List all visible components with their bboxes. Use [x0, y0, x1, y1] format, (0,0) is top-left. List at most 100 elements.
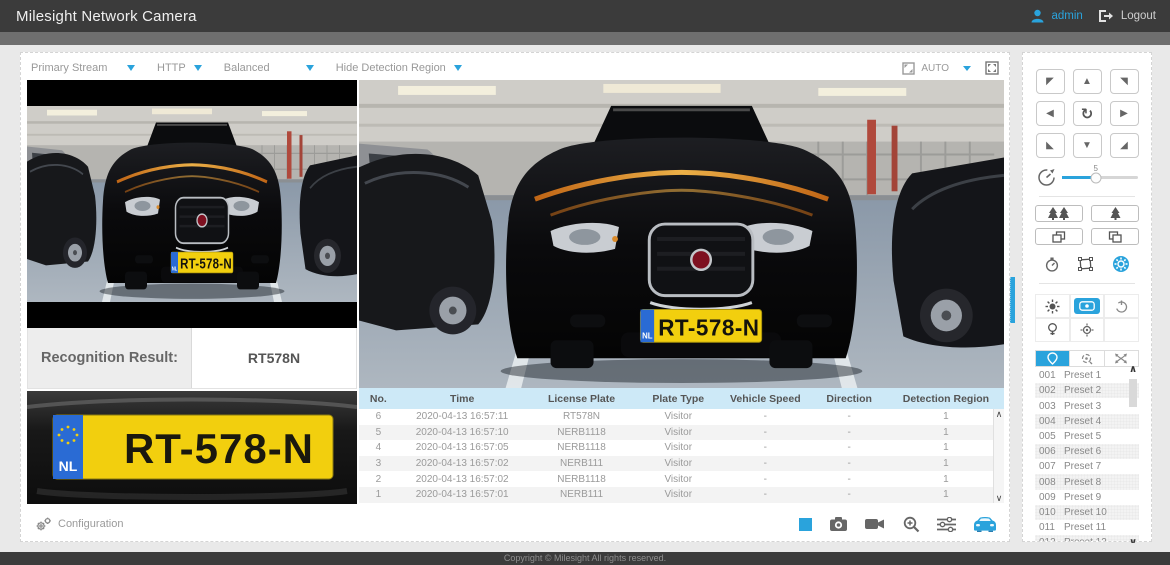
- lpr-log-table: No. Time License Plate Plate Type Vehicl…: [359, 388, 1004, 503]
- balance-select[interactable]: Balanced: [224, 62, 314, 74]
- table-row[interactable]: 2 2020-04-13 16:57:02 NERB1118 Visitor -…: [359, 471, 1004, 487]
- zoom-in-tele-button[interactable]: [1091, 205, 1139, 222]
- footer: Copyright © Milesight All rights reserve…: [0, 552, 1170, 565]
- scrollbar-thumb[interactable]: [1129, 379, 1137, 407]
- pan-left-button[interactable]: ◀: [1035, 101, 1065, 126]
- main-video-stream[interactable]: [359, 80, 1004, 388]
- ir-light-button[interactable]: [1073, 298, 1100, 314]
- recognition-result-label: Recognition Result:: [28, 328, 192, 388]
- preset-item[interactable]: 003 Preset 3: [1035, 398, 1139, 413]
- preset-item[interactable]: 010 Preset 10: [1035, 504, 1139, 520]
- stop-stream-button[interactable]: [799, 517, 812, 531]
- ptz-speed-icon: [1037, 168, 1056, 187]
- chevron-down-icon: [193, 65, 202, 71]
- plate-snapshot-image: NL RT-578-N: [27, 391, 357, 504]
- chevron-down-icon: [305, 65, 314, 71]
- snapshot-icon[interactable]: [829, 516, 848, 532]
- auto-scan-button[interactable]: ↻: [1072, 101, 1102, 126]
- ratio-select[interactable]: AUTO: [921, 63, 949, 74]
- preset-item[interactable]: 009 Preset 9: [1035, 490, 1139, 505]
- scroll-down-icon[interactable]: ∨: [996, 494, 1003, 503]
- pan-right-button[interactable]: ▶: [1109, 101, 1139, 126]
- auto-focus-button[interactable]: [1069, 318, 1105, 342]
- app-header: Milesight Network Camera admin Logout: [0, 0, 1170, 32]
- slider-thumb[interactable]: [1090, 172, 1102, 183]
- lpr-car-icon[interactable]: [973, 516, 997, 532]
- table-row[interactable]: 6 2020-04-13 16:57:11 RT578N Visitor - -…: [359, 409, 1004, 425]
- fullscreen-icon[interactable]: [985, 61, 999, 75]
- divider: [1039, 196, 1135, 197]
- preset-item[interactable]: 008 Preset 8: [1035, 474, 1139, 490]
- preset-item[interactable]: 004 Preset 4: [1035, 413, 1139, 429]
- chevron-down-icon: [127, 65, 135, 71]
- preset-scrollbar[interactable]: ∧ ∨: [1128, 365, 1138, 548]
- pan-up-left-button[interactable]: ◤: [1035, 69, 1065, 94]
- chevron-down-icon[interactable]: [963, 65, 971, 71]
- tab-patrol[interactable]: [1069, 351, 1104, 367]
- plate-number-text: RT-578-N: [124, 425, 314, 472]
- ptz-speed-slider[interactable]: 5: [1061, 164, 1138, 183]
- sidebar-collapse-handle[interactable]: [1010, 277, 1015, 323]
- timer-icon[interactable]: [1045, 257, 1059, 272]
- header-substrip: [0, 32, 1170, 45]
- scroll-up-icon[interactable]: ∧: [996, 410, 1003, 419]
- power-button[interactable]: [1104, 294, 1139, 318]
- zoom-in-icon[interactable]: [903, 516, 920, 533]
- logout-button[interactable]: Logout: [1121, 10, 1156, 22]
- user-icon: [1031, 9, 1044, 23]
- preview-video-frame: [27, 106, 357, 302]
- recognition-result-value: RT578N: [247, 350, 301, 366]
- record-icon[interactable]: [865, 517, 886, 531]
- focus-far-button[interactable]: [1035, 228, 1083, 245]
- logout-icon[interactable]: [1098, 9, 1114, 23]
- aspect-ratio-icon[interactable]: [902, 61, 916, 75]
- table-row[interactable]: 4 2020-04-13 16:57:05 NERB1118 Visitor -…: [359, 440, 1004, 456]
- tab-preset[interactable]: [1036, 351, 1070, 367]
- ir-light-button-cell: [1069, 294, 1105, 318]
- table-row[interactable]: 3 2020-04-13 16:57:02 NERB111 Visitor - …: [359, 455, 1004, 472]
- configuration-link[interactable]: Configuration: [35, 517, 123, 532]
- preset-item[interactable]: 012 Preset 12: [1035, 535, 1139, 541]
- table-header-row: No. Time License Plate Plate Type Vehicl…: [359, 388, 1004, 409]
- preset-item[interactable]: 001 Preset 1: [1035, 368, 1139, 383]
- pan-down-right-button[interactable]: ◢: [1109, 133, 1139, 158]
- settings-gear-icon[interactable]: [1113, 256, 1130, 272]
- adjustments-icon[interactable]: [937, 516, 956, 532]
- table-body: 6 2020-04-13 16:57:11 RT578N Visitor - -…: [359, 409, 1004, 503]
- preset-item[interactable]: 006 Preset 6: [1035, 444, 1139, 460]
- chevron-down-icon: [453, 65, 462, 71]
- white-led-button[interactable]: [1035, 318, 1070, 342]
- protocol-select[interactable]: HTTP: [157, 62, 202, 74]
- ptz-pad: ◤ ▲ ◥ ◀ ↻ ▶ ◣ ▼ ◢: [1035, 69, 1139, 158]
- preset-tabs: [1035, 350, 1139, 368]
- recognition-result-bar: Recognition Result: RT578N: [27, 328, 357, 389]
- preset-item[interactable]: 011 Preset 11: [1035, 520, 1139, 535]
- detection-region-select[interactable]: Hide Detection Region: [336, 62, 462, 74]
- gears-icon: [35, 517, 52, 532]
- stream-select[interactable]: Primary Stream: [31, 62, 135, 74]
- preset-item[interactable]: 005 Preset 5: [1035, 429, 1139, 444]
- ptz-speed-row: 5: [1037, 164, 1138, 187]
- pan-up-right-button[interactable]: ◥: [1109, 69, 1139, 94]
- pan-down-left-button[interactable]: ◣: [1035, 133, 1065, 158]
- pan-down-button[interactable]: ▼: [1072, 133, 1102, 158]
- app-title: Milesight Network Camera: [16, 7, 197, 25]
- live-view-panel: Primary Stream HTTP Balanced Hide Detect…: [20, 52, 1010, 542]
- preset-item[interactable]: 007 Preset 7: [1035, 459, 1139, 474]
- zoom-out-button[interactable]: [1035, 205, 1083, 222]
- preset-list: 001 Preset 1 002 Preset 2 003 Preset 3 0…: [1035, 368, 1139, 541]
- plate-country-code: NL: [59, 458, 78, 474]
- secondary-stream-preview[interactable]: [27, 80, 357, 328]
- table-row[interactable]: 1 2020-04-13 16:57:01 NERB111 Visitor - …: [359, 486, 1004, 503]
- frame-region-icon[interactable]: [1078, 257, 1094, 271]
- table-row[interactable]: 5 2020-04-13 16:57:10 NERB1118 Visitor -…: [359, 424, 1004, 441]
- preset-item[interactable]: 002 Preset 2: [1035, 383, 1139, 399]
- pan-up-button[interactable]: ▲: [1072, 69, 1102, 94]
- table-scrollbar[interactable]: ∧ ∨: [993, 409, 1004, 503]
- divider: [1039, 283, 1135, 284]
- username-label[interactable]: admin: [1051, 10, 1082, 22]
- scroll-up-icon[interactable]: ∧: [1129, 365, 1137, 375]
- brightness-button[interactable]: [1035, 294, 1070, 318]
- focus-near-button[interactable]: [1091, 228, 1139, 245]
- light-control-grid: [1035, 294, 1139, 342]
